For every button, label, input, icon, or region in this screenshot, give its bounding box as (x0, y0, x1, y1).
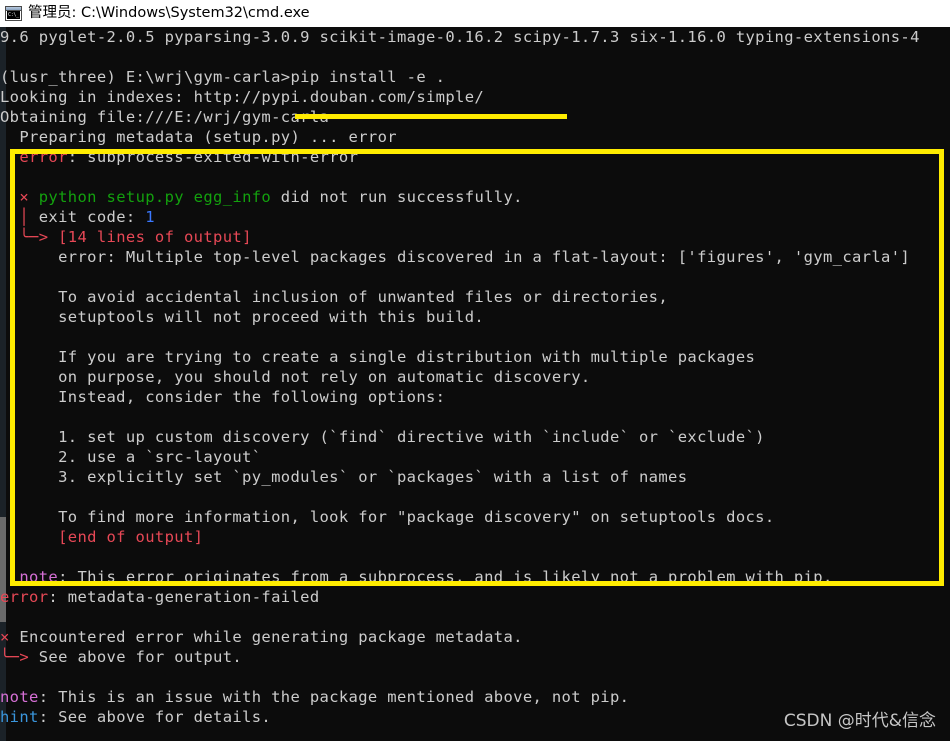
csdn-watermark: CSDN @时代&信念 (783, 711, 936, 731)
terminal-line-preparing-metadata: Preparing metadata (setup.py) ... error (0, 127, 950, 147)
terminal-text-segment: : This is an issue with the package ment… (38, 688, 630, 706)
terminal-line-option-1: 1. set up custom discovery (`find` direc… (0, 427, 950, 447)
terminal-line-on-purpose: on purpose, you should not rely on autom… (0, 367, 950, 387)
terminal-text-segment: : subprocess-exited-with-error (67, 148, 359, 166)
terminal-text-segment: python setup.py egg_info (38, 188, 272, 206)
terminal-line-option-3: 3. explicitly set `py_modules` or `packa… (0, 467, 950, 487)
window-title: 管理员: C:\Windows\System32\cmd.exe (28, 5, 310, 21)
terminal-line-blank-9 (0, 667, 950, 687)
terminal-line-option-2: 2. use a `src-layout` (0, 447, 950, 467)
terminal-line-error-subprocess-exited: error: subprocess-exited-with-error (0, 147, 950, 167)
terminal-line-setuptools-will-not-proceed: setuptools will not proceed with this bu… (0, 307, 950, 327)
terminal-line-blank-6 (0, 487, 950, 507)
terminal-line-error-metadata-generation-failed: error: metadata-generation-failed (0, 587, 950, 607)
terminal-line-instead-consider: Instead, consider the following options: (0, 387, 950, 407)
terminal-line-blank-4 (0, 327, 950, 347)
terminal-lines: 9.6 pyglet-2.0.5 pyparsing-3.0.9 scikit-… (0, 27, 950, 727)
terminal-line-lines-of-output: ╰─> [14 lines of output] (0, 227, 950, 247)
terminal-text-segment: │ (19, 208, 30, 226)
terminal-line-scrollback-packages: 9.6 pyglet-2.0.5 pyparsing-3.0.9 scikit-… (0, 27, 950, 47)
terminal-text-segment: note (19, 568, 59, 586)
terminal-line-blank-8 (0, 607, 950, 627)
terminal-text-segment: : See above for details. (38, 708, 272, 726)
terminal-line-see-above-for-output: ╰─> See above for output. (0, 647, 950, 667)
terminal-line-egg-info-failed: × python setup.py egg_info did not run s… (0, 187, 950, 207)
terminal-text-segment: : This error originates from a subproces… (58, 568, 833, 586)
terminal-line-prompt-pip-install: (lusr_three) E:\wrj\gym-carla>pip instal… (0, 67, 950, 87)
terminal-line-to-avoid-accidental: To avoid accidental inclusion of unwante… (0, 287, 950, 307)
terminal-line-encountered-error: × Encountered error while generating pac… (0, 627, 950, 647)
terminal-text-segment: Obtaining file:///E:/wrj/gym-carla (0, 108, 330, 126)
terminal-text-segment: Instead, consider the following options: (0, 388, 446, 406)
terminal-text-segment: ╰─> (0, 648, 39, 666)
yellow-underline-annotation (295, 114, 567, 119)
terminal-line-to-find-more-information: To find more information, look for "pack… (0, 507, 950, 527)
terminal-text-segment: Encountered error while generating packa… (9, 628, 523, 646)
terminal-line-multiple-top-level-packages: error: Multiple top-level packages disco… (0, 247, 950, 267)
terminal-line-note-issue-with-package: note: This is an issue with the package … (0, 687, 950, 707)
terminal-text-segment: × (0, 628, 10, 646)
terminal-text-segment: 2. use a `src-layout` (0, 448, 262, 466)
terminal-text-segment: To find more information, look for "pack… (0, 508, 775, 526)
terminal-text-segment: 1 (145, 208, 155, 226)
window-titlebar[interactable]: C:\_ 管理员: C:\Windows\System32\cmd.exe (0, 0, 950, 27)
terminal-text-segment: 3. explicitly set `py_modules` or `packa… (0, 468, 688, 486)
terminal-text-segment: × (19, 188, 30, 206)
terminal-text-segment: error: Multiple top-level packages disco… (0, 248, 911, 266)
terminal-text-segment: error (19, 148, 68, 166)
console-output-area[interactable]: 9.6 pyglet-2.0.5 pyparsing-3.0.9 scikit-… (0, 27, 950, 741)
cmd-window-icon: C:\_ (5, 6, 22, 21)
terminal-line-blank-1 (0, 47, 950, 67)
terminal-text-segment: setuptools will not proceed with this bu… (0, 308, 485, 326)
terminal-text-segment: (lusr_three) E:\wrj\gym-carla>pip instal… (0, 68, 446, 86)
terminal-line-blank-2 (0, 167, 950, 187)
terminal-text-segment: If you are trying to create a single dis… (0, 348, 756, 366)
terminal-text-segment: [14 lines of output] (58, 228, 252, 246)
terminal-text-segment: ╰─> (19, 228, 59, 246)
terminal-line-end-of-output: [end of output] (0, 527, 950, 547)
terminal-text-segment: error (0, 588, 49, 606)
terminal-line-blank-5 (0, 407, 950, 427)
terminal-text-segment: 1. set up custom discovery (`find` direc… (0, 428, 765, 446)
terminal-text-segment: : metadata-generation-failed (48, 588, 320, 606)
cmd-icon-prompt-glyph: C:\_ (7, 11, 20, 19)
terminal-line-note-originates-subprocess: note: This error originates from a subpr… (0, 567, 950, 587)
terminal-text-segment: exit code: (29, 208, 146, 226)
terminal-text-segment: note (0, 688, 39, 706)
terminal-text-segment: 9.6 pyglet-2.0.5 pyparsing-3.0.9 scikit-… (0, 28, 920, 46)
terminal-text-segment: on purpose, you should not rely on autom… (0, 368, 591, 386)
terminal-line-exit-code: │ exit code: 1 (0, 207, 950, 227)
terminal-text-segment: Preparing metadata (setup.py) ... error (0, 128, 397, 146)
terminal-text-segment: [end of output] (58, 528, 204, 546)
terminal-text-segment: To avoid accidental inclusion of unwante… (0, 288, 669, 306)
terminal-text-segment: hint (0, 708, 39, 726)
terminal-text-segment: Looking in indexes: http://pypi.douban.c… (0, 88, 485, 106)
terminal-line-if-you-are-trying: If you are trying to create a single dis… (0, 347, 950, 367)
terminal-line-looking-in-indexes: Looking in indexes: http://pypi.douban.c… (0, 87, 950, 107)
terminal-line-blank-3 (0, 267, 950, 287)
terminal-text-segment: See above for output. (38, 648, 243, 666)
terminal-line-blank-7 (0, 547, 950, 567)
terminal-text-segment: did not run successfully. (271, 188, 523, 206)
